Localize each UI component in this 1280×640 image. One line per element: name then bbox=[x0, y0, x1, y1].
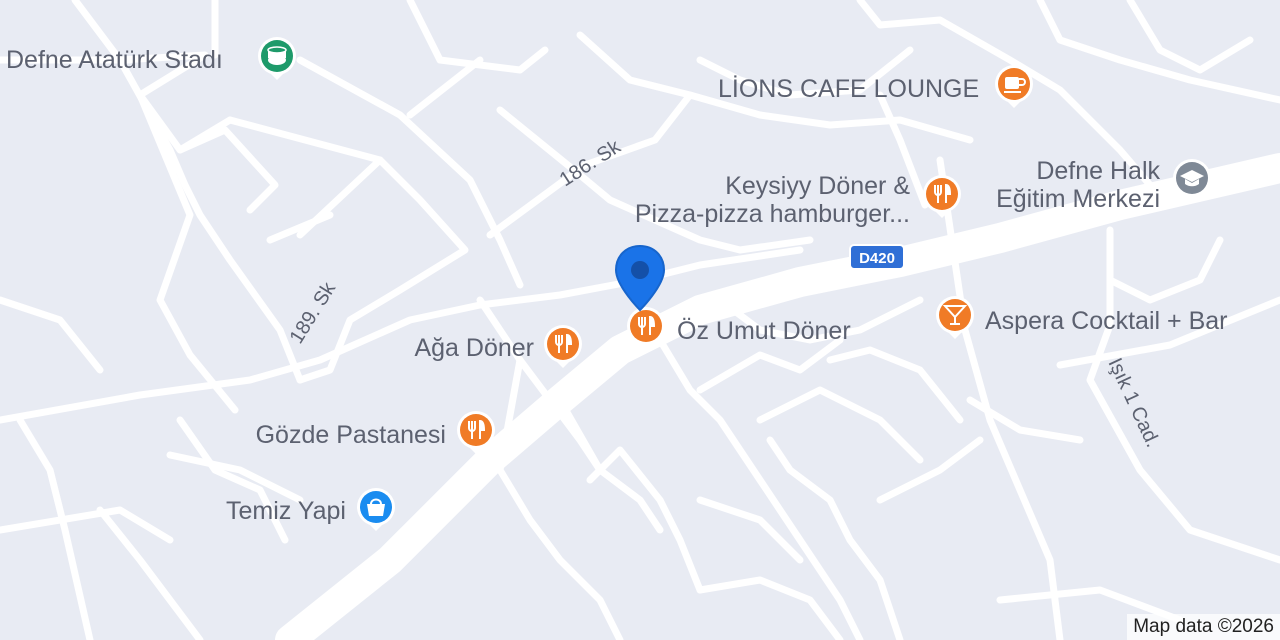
poi-label: Aspera Cocktail + Bar bbox=[985, 307, 1228, 335]
poi-label: Defne Atatürk Stadı bbox=[6, 46, 223, 74]
fork-knife-icon bbox=[627, 307, 665, 350]
poi-label-line1: Defne Halk bbox=[1036, 157, 1160, 185]
poi-label-line1: Keysiyy Döner & bbox=[725, 172, 910, 200]
shopping-bag-icon bbox=[357, 488, 395, 531]
poi-label: LİONS CAFE LOUNGE bbox=[718, 75, 980, 103]
graduation-cap-icon bbox=[1173, 159, 1211, 202]
poi-label: Temiz Yapi bbox=[226, 497, 346, 525]
route-shield-d420: D420 bbox=[849, 244, 905, 270]
map-attribution[interactable]: Map data ©2026 bbox=[1127, 614, 1280, 640]
fork-knife-icon bbox=[544, 325, 582, 368]
location-pin-icon[interactable] bbox=[614, 244, 666, 312]
map-canvas[interactable]: 186. Sk 189. Sk Işık 1 Cad. D420 Defne A… bbox=[0, 0, 1280, 640]
poi-label: Gözde Pastanesi bbox=[255, 421, 446, 449]
svg-text:D420: D420 bbox=[859, 250, 895, 267]
street-label-isik-1-cad: Işık 1 Cad. bbox=[1103, 355, 1163, 451]
poi-label-line2: Eğitim Merkezi bbox=[996, 185, 1160, 213]
stadium-icon bbox=[258, 37, 296, 80]
poi-label: Öz Umut Döner bbox=[677, 317, 851, 345]
fork-knife-icon bbox=[457, 411, 495, 454]
coffee-cup-icon bbox=[995, 65, 1033, 108]
poi-label: Ağa Döner bbox=[414, 334, 534, 362]
cocktail-icon bbox=[936, 296, 974, 339]
poi-label-line2: Pizza-pizza hamburger... bbox=[634, 200, 910, 228]
